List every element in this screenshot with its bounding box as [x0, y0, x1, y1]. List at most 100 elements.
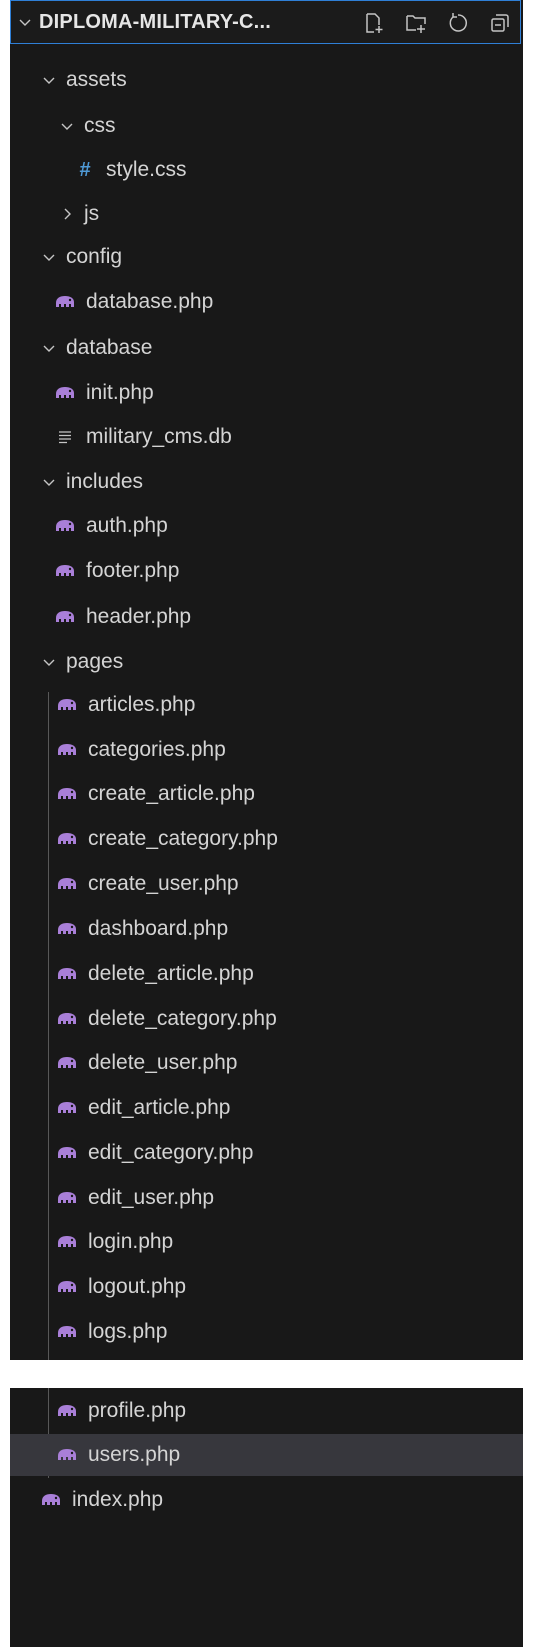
- file-label: create_category.php: [88, 827, 278, 850]
- tree-folder-includes[interactable]: includes: [10, 461, 523, 503]
- tree-file-database-php[interactable]: database.php: [10, 281, 523, 323]
- php-file-icon: [56, 830, 78, 848]
- new-folder-icon[interactable]: [402, 9, 430, 37]
- file-label: categories.php: [88, 738, 226, 761]
- tree-folder-config[interactable]: config: [10, 236, 523, 278]
- chevron-down-icon[interactable]: [17, 14, 33, 30]
- chevron-down-icon[interactable]: [40, 653, 58, 671]
- folder-label: pages: [66, 650, 124, 673]
- php-file-icon: [56, 920, 78, 938]
- tree-file[interactable]: edit_user.php: [10, 1177, 523, 1219]
- php-file-icon: [54, 562, 76, 580]
- php-file-icon: [54, 293, 76, 311]
- file-label: auth.php: [86, 514, 168, 537]
- tree-file-index-php[interactable]: index.php: [10, 1479, 523, 1521]
- explorer-panel-continued: profile.php users.php index.php: [10, 1388, 523, 1647]
- chevron-down-icon[interactable]: [40, 339, 58, 357]
- tree-folder-js[interactable]: js: [10, 193, 523, 235]
- file-label: delete_article.php: [88, 962, 254, 985]
- php-file-icon: [56, 1278, 78, 1296]
- folder-label: database: [66, 336, 153, 359]
- php-file-icon: [54, 384, 76, 402]
- css-file-icon: #: [79, 158, 91, 181]
- tree-file-profile-php[interactable]: profile.php: [10, 1390, 523, 1432]
- file-label: edit_user.php: [88, 1186, 215, 1209]
- file-label: logs.php: [88, 1320, 168, 1343]
- chevron-down-icon[interactable]: [40, 248, 58, 266]
- tree-file[interactable]: edit_category.php: [10, 1132, 523, 1174]
- tree-file[interactable]: delete_article.php: [10, 953, 523, 995]
- folder-label: css: [84, 114, 116, 137]
- tree-file[interactable]: create_article.php: [10, 773, 523, 815]
- file-label: index.php: [72, 1488, 164, 1511]
- tree-file[interactable]: logout.php: [10, 1266, 523, 1308]
- chevron-down-icon[interactable]: [58, 117, 76, 135]
- tree-file[interactable]: create_user.php: [10, 863, 523, 905]
- tree-file[interactable]: delete_user.php: [10, 1042, 523, 1084]
- file-label: users.php: [88, 1443, 181, 1466]
- php-file-icon: [56, 1323, 78, 1341]
- tree-file-users-php[interactable]: users.php: [10, 1434, 523, 1476]
- php-file-icon: [40, 1491, 62, 1509]
- php-file-icon: [54, 517, 76, 535]
- file-label: military_cms.db: [86, 425, 232, 448]
- php-file-icon: [56, 741, 78, 759]
- explorer-panel: DIPLOMA-MILITARY-C... assets css # style…: [10, 0, 523, 1360]
- tree-file[interactable]: dashboard.php: [10, 908, 523, 950]
- tree-file[interactable]: logs.php: [10, 1311, 523, 1353]
- folder-label: includes: [66, 470, 144, 493]
- file-label: profile.php: [88, 1399, 187, 1422]
- tree-file[interactable]: articles.php: [10, 684, 523, 726]
- tree-folder-assets[interactable]: assets: [10, 59, 523, 101]
- folder-label: assets: [66, 68, 127, 91]
- php-file-icon: [56, 1189, 78, 1207]
- php-file-icon: [56, 1233, 78, 1251]
- tree-file[interactable]: create_category.php: [10, 818, 523, 860]
- tree-file[interactable]: edit_article.php: [10, 1087, 523, 1129]
- file-label: create_user.php: [88, 872, 239, 895]
- tree-file[interactable]: delete_category.php: [10, 998, 523, 1040]
- tree-file[interactable]: categories.php: [10, 729, 523, 771]
- tree-file-military-cms-db[interactable]: military_cms.db: [10, 416, 523, 458]
- tree-file-auth-php[interactable]: auth.php: [10, 505, 523, 547]
- explorer-actions: [360, 1, 514, 45]
- php-file-icon: [56, 1144, 78, 1162]
- file-label: articles.php: [88, 693, 196, 716]
- file-label: database.php: [86, 290, 214, 313]
- tree-file-style-css[interactable]: # style.css: [10, 149, 523, 191]
- chevron-down-icon[interactable]: [40, 473, 58, 491]
- file-label: delete_user.php: [88, 1051, 238, 1074]
- collapse-all-icon[interactable]: [486, 9, 514, 37]
- php-file-icon: [56, 1446, 78, 1464]
- tree-file-init-php[interactable]: init.php: [10, 372, 523, 414]
- new-file-icon[interactable]: [360, 9, 388, 37]
- chevron-right-icon[interactable]: [58, 205, 76, 223]
- file-label: create_article.php: [88, 782, 255, 805]
- tree-file-footer-php[interactable]: footer.php: [10, 550, 523, 592]
- php-file-icon: [56, 965, 78, 983]
- php-file-icon: [56, 785, 78, 803]
- chevron-down-icon[interactable]: [40, 71, 58, 89]
- tree-file[interactable]: login.php: [10, 1221, 523, 1263]
- file-label: init.php: [86, 381, 154, 404]
- file-label: logout.php: [88, 1275, 187, 1298]
- file-label: edit_article.php: [88, 1096, 231, 1119]
- tree-folder-css[interactable]: css: [10, 105, 523, 147]
- explorer-header[interactable]: DIPLOMA-MILITARY-C...: [10, 0, 521, 44]
- file-label: delete_category.php: [88, 1007, 277, 1030]
- php-file-icon: [54, 608, 76, 626]
- php-file-icon: [56, 1010, 78, 1028]
- php-file-icon: [56, 1402, 78, 1420]
- php-file-icon: [56, 1054, 78, 1072]
- tree-folder-pages[interactable]: pages: [10, 641, 523, 683]
- php-file-icon: [56, 696, 78, 714]
- php-file-icon: [56, 1099, 78, 1117]
- folder-label: js: [84, 202, 100, 225]
- file-label: login.php: [88, 1230, 174, 1253]
- tree-folder-database[interactable]: database: [10, 327, 523, 369]
- refresh-icon[interactable]: [444, 9, 472, 37]
- tree-file-header-php[interactable]: header.php: [10, 596, 523, 638]
- folder-label: config: [66, 245, 123, 268]
- workspace-title[interactable]: DIPLOMA-MILITARY-C...: [39, 11, 271, 34]
- file-label: dashboard.php: [88, 917, 229, 940]
